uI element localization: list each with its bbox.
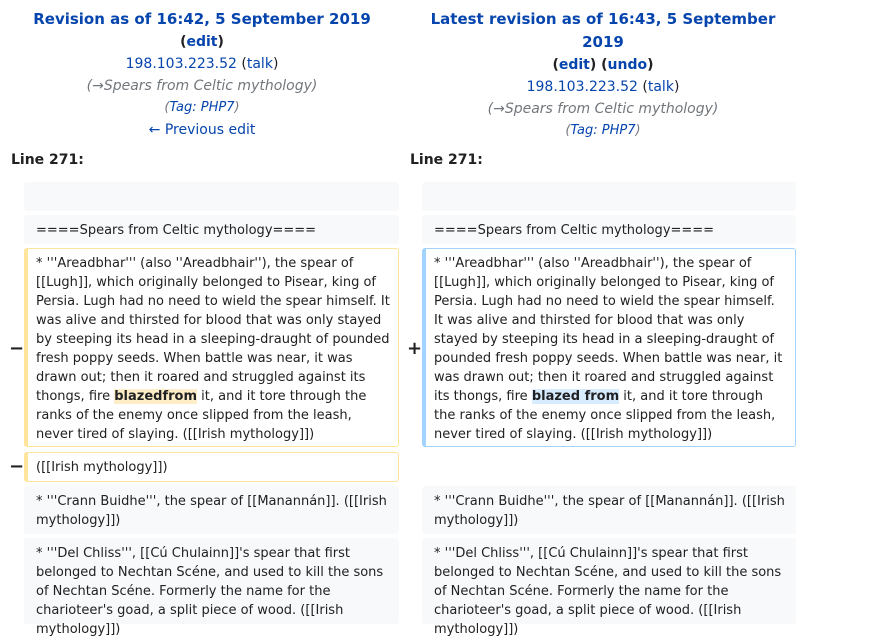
old-context-empty <box>24 182 399 211</box>
new-context-crann: * '''Crann Buidhe''', the spear of [[Man… <box>422 486 796 534</box>
new-context-heading: ====Spears from Celtic mythology==== <box>422 215 796 244</box>
new-tag-prefix-link[interactable]: Tag: <box>570 123 597 138</box>
new-revision-title-link[interactable]: Latest revision as of 16:43, 5 September… <box>431 10 776 51</box>
new-tag-line: (Tag: PHP7) <box>565 123 641 138</box>
old-edit-summary: (→Spears from Celtic mythology) <box>86 78 318 94</box>
new-talk-link[interactable]: talk <box>648 79 674 95</box>
new-paragraph-before: * '''Areadbhar''' (also ''Areadbhair''),… <box>434 256 783 404</box>
new-edit-summary: (→Spears from Celtic mythology) <box>487 101 719 117</box>
new-line-number: Line 271: <box>410 152 483 168</box>
old-edit-link[interactable]: edit <box>186 34 217 50</box>
old-changed-paragraph: * '''Areadbhar''' (also ''Areadbhair''),… <box>24 248 399 447</box>
old-context-del-chliss: * '''Del Chliss''', [[Cú Chulainn]]'s sp… <box>24 538 399 637</box>
old-tag-prefix-link[interactable]: Tag: <box>169 100 196 115</box>
previous-edit-link[interactable]: ← Previous edit <box>149 122 256 138</box>
new-changed-paragraph: * '''Areadbhar''' (also ''Areadbhair''),… <box>422 248 796 447</box>
old-talk-link[interactable]: talk <box>247 56 273 72</box>
new-user-link[interactable]: 198.103.223.52 <box>527 79 638 95</box>
old-user-link[interactable]: 198.103.223.52 <box>126 56 237 72</box>
undo-link[interactable]: undo <box>608 57 648 73</box>
old-tag-link[interactable]: PHP7 <box>201 100 235 115</box>
old-revision-title-link[interactable]: Revision as of 16:42, 5 September 2019 <box>33 10 371 28</box>
addition-marker: + <box>407 338 423 359</box>
removed-line: ([[Irish mythology]]) <box>24 452 399 482</box>
old-revision-header: Revision as of 16:42, 5 September 2019 (… <box>10 8 394 141</box>
new-edit-link[interactable]: edit <box>559 57 590 73</box>
old-tag-line: (Tag: PHP7) <box>164 100 240 115</box>
new-changed-word: blazed from <box>531 389 620 404</box>
deletion-marker: − <box>9 338 25 359</box>
new-tag-link[interactable]: PHP7 <box>602 123 636 138</box>
old-line-number: Line 271: <box>11 152 84 168</box>
new-context-empty <box>422 182 796 211</box>
old-changed-word: blazedfrom <box>114 389 197 404</box>
old-context-crann: * '''Crann Buidhe''', the spear of [[Man… <box>24 486 399 534</box>
new-context-del-chliss: * '''Del Chliss''', [[Cú Chulainn]]'s sp… <box>422 538 796 637</box>
deletion-marker-2: − <box>9 456 25 477</box>
old-context-heading: ====Spears from Celtic mythology==== <box>24 215 399 244</box>
old-paragraph-before: * '''Areadbhar''' (also ''Areadbhair''),… <box>36 256 390 404</box>
new-revision-header: Latest revision as of 16:43, 5 September… <box>408 8 798 142</box>
